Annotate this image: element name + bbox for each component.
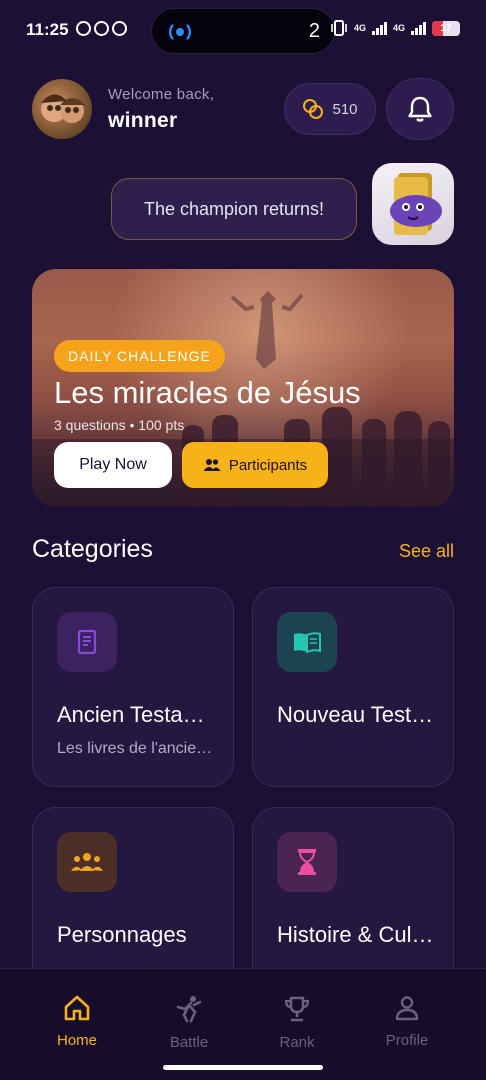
profile-icon — [395, 996, 419, 1021]
category-card-nouveau-testament[interactable]: Nouveau Testament — [252, 587, 454, 787]
battery-level: 17 — [440, 22, 452, 34]
challenge-badge: DAILY CHALLENGE — [54, 340, 225, 372]
mascot-image — [372, 163, 454, 245]
nav-label: Profile — [385, 1032, 429, 1049]
category-card-ancien-testament[interactable]: Ancien Testament Les livres de l'ancien … — [32, 587, 234, 787]
category-name: Ancien Testament — [57, 702, 217, 727]
participants-button[interactable]: Participants — [182, 442, 328, 488]
avatar-image — [41, 94, 85, 123]
status-bar: 11:25 2 4G 4G 17 — [0, 0, 486, 62]
category-name: Personnages — [57, 922, 187, 947]
coins-value: 510 — [332, 100, 358, 118]
category-icon-tile — [277, 832, 337, 892]
network-type-1: 4G — [353, 23, 366, 33]
category-name: Nouveau Testament — [277, 702, 437, 727]
nav-label: Rank — [279, 1034, 315, 1051]
game-controller-icon — [390, 173, 442, 235]
category-name: Histoire & Culture — [277, 922, 437, 947]
category-description: Les livres de l'ancien testament — [57, 740, 217, 757]
bell-icon — [408, 96, 432, 122]
coins-badge[interactable]: 510 — [284, 83, 376, 135]
battle-icon — [176, 996, 202, 1023]
nav-label: Home — [56, 1032, 97, 1049]
daily-challenge-card[interactable]: DAILY CHALLENGE Les miracles de Jésus 3 … — [32, 269, 454, 507]
whatsapp-icon — [94, 21, 109, 36]
system-indicators: 4G 4G 17 — [330, 20, 460, 36]
nav-rank[interactable]: Rank — [252, 995, 342, 1051]
challenge-subtitle: 3 questions • 100 pts — [54, 417, 185, 433]
see-all-link[interactable]: See all — [399, 541, 454, 562]
home-icon — [64, 995, 90, 1021]
vibrate-icon — [331, 20, 347, 36]
home-indicator[interactable] — [163, 1065, 323, 1070]
category-icon-tile — [277, 612, 337, 672]
bottom-navigation: Home Battle Rank Profile — [0, 968, 486, 1080]
network-type-2: 4G — [392, 23, 405, 33]
coins-icon — [303, 99, 324, 119]
notifications-button[interactable] — [386, 78, 454, 140]
dynamic-island: 2 — [151, 8, 335, 54]
username: winner — [108, 109, 178, 132]
speech-bubble: The champion returns! — [111, 178, 357, 240]
participants-label: Participants — [228, 456, 308, 474]
play-now-button[interactable]: Play Now — [54, 442, 172, 488]
messenger-icon — [112, 21, 127, 36]
nav-label: Battle — [169, 1034, 209, 1051]
trophy-icon — [284, 996, 310, 1022]
categories-heading: Categories — [32, 535, 153, 563]
broadcast-icon — [168, 24, 192, 40]
signal-icon — [371, 21, 387, 35]
category-icon-tile — [57, 832, 117, 892]
island-counter: 2 — [308, 20, 320, 42]
avatar[interactable] — [32, 79, 92, 139]
challenge-title: Les miracles de Jésus — [54, 375, 361, 410]
nav-home[interactable]: Home — [32, 995, 122, 1049]
group-icon — [203, 459, 221, 471]
nav-profile[interactable]: Profile — [362, 995, 452, 1049]
welcome-text: Welcome back, — [108, 86, 215, 103]
whatsapp-icon — [76, 21, 91, 36]
scroll-icon — [77, 629, 97, 655]
notification-icons — [76, 21, 127, 36]
book-icon — [294, 632, 321, 654]
hourglass-icon — [298, 849, 316, 875]
nav-battle[interactable]: Battle — [144, 995, 234, 1051]
group-icon — [71, 853, 103, 871]
battery-icon: 17 — [432, 20, 460, 36]
category-icon-tile — [57, 612, 117, 672]
status-time: 11:25 — [26, 20, 69, 39]
signal-icon — [411, 21, 426, 35]
